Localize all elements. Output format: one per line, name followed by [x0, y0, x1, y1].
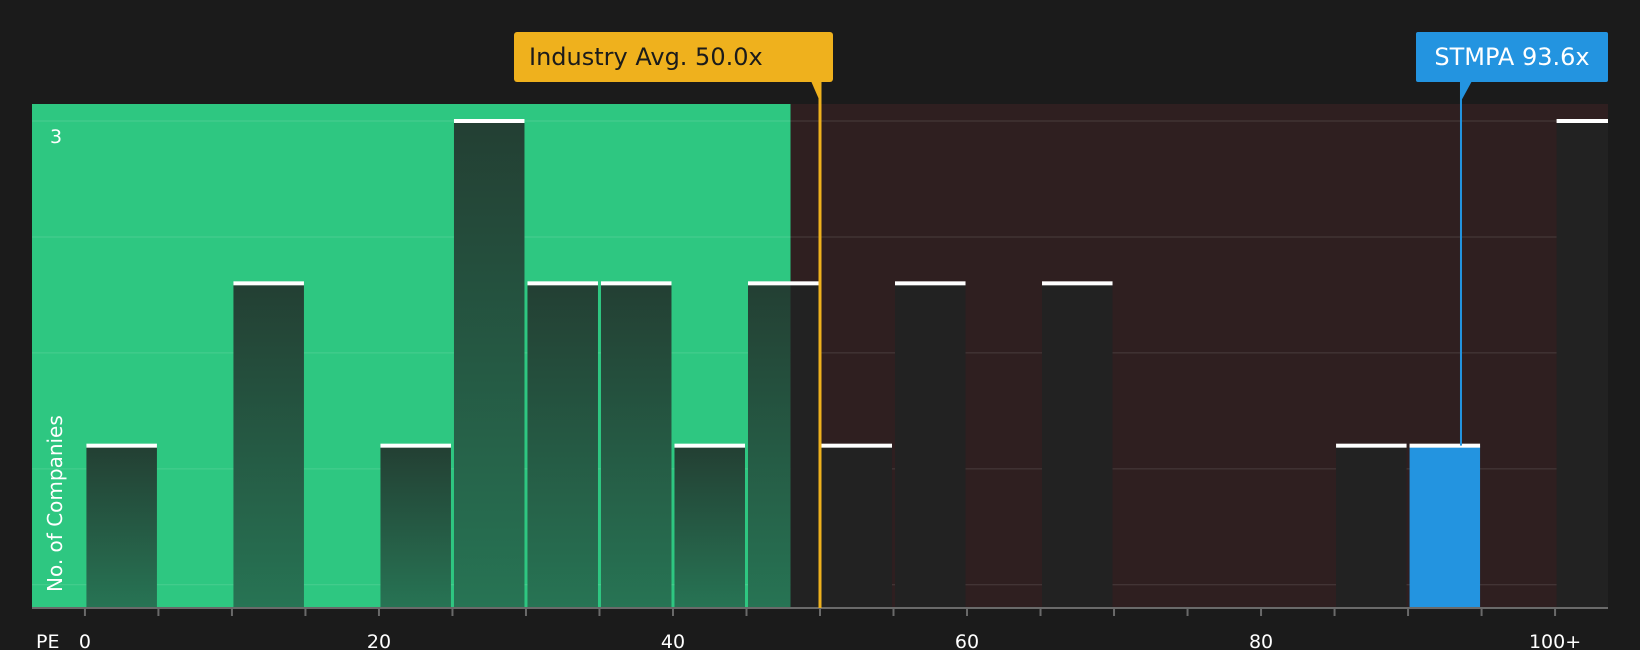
histogram-bar: [600, 283, 672, 608]
company-bar: [1409, 445, 1481, 608]
bar-cap: [1042, 281, 1113, 286]
y-tick-label: 3: [50, 126, 62, 148]
company-label: STMPA 93.6x: [1434, 43, 1589, 71]
histogram-bar: [747, 283, 791, 608]
histogram-bar: [790, 283, 819, 608]
bar-cap: [86, 443, 157, 448]
x-tick-label: 40: [661, 631, 685, 650]
y-axis-label: No. of Companies: [43, 415, 67, 592]
bar-cap: [674, 443, 745, 448]
x-axis-label: PE: [36, 631, 59, 650]
bar-cap: [1336, 443, 1407, 448]
bar-cap: [1409, 443, 1481, 448]
histogram-bar: [380, 445, 451, 608]
histogram-bar: [1556, 121, 1608, 608]
industry-avg-label: Industry Avg. 50.0x: [529, 43, 763, 71]
pe-distribution-chart: 0 20 40 60 80 100+ Industry Avg. 50.0x STMPA 9…: [32, 32, 1608, 650]
bar-cap: [895, 281, 966, 286]
x-tick-label: 20: [367, 631, 391, 650]
histogram-bar: [453, 121, 525, 608]
x-tick-label: 80: [1249, 631, 1273, 650]
x-tick-label: 60: [955, 631, 979, 650]
bar-cap: [747, 281, 819, 286]
histogram-bar: [86, 445, 157, 608]
bar-cap: [453, 119, 525, 123]
histogram-bar: [1336, 445, 1407, 608]
histogram-bar: [674, 445, 745, 608]
bar-cap: [600, 281, 672, 286]
bar-cap: [233, 281, 304, 286]
bar-cap: [380, 443, 451, 448]
histogram-bar: [1042, 283, 1113, 608]
histogram-bar: [821, 445, 893, 608]
bar-cap: [821, 443, 893, 448]
x-axis: 0 20 40 60 80 100+: [32, 607, 1608, 650]
bar-cap: [527, 281, 598, 286]
bar-cap: [1556, 119, 1608, 123]
histogram-bar: [527, 283, 598, 608]
x-tick-label: 100+: [1529, 631, 1581, 650]
histogram-bar: [895, 283, 966, 608]
histogram-bar: [233, 283, 304, 608]
x-tick-label: 0: [79, 631, 91, 650]
